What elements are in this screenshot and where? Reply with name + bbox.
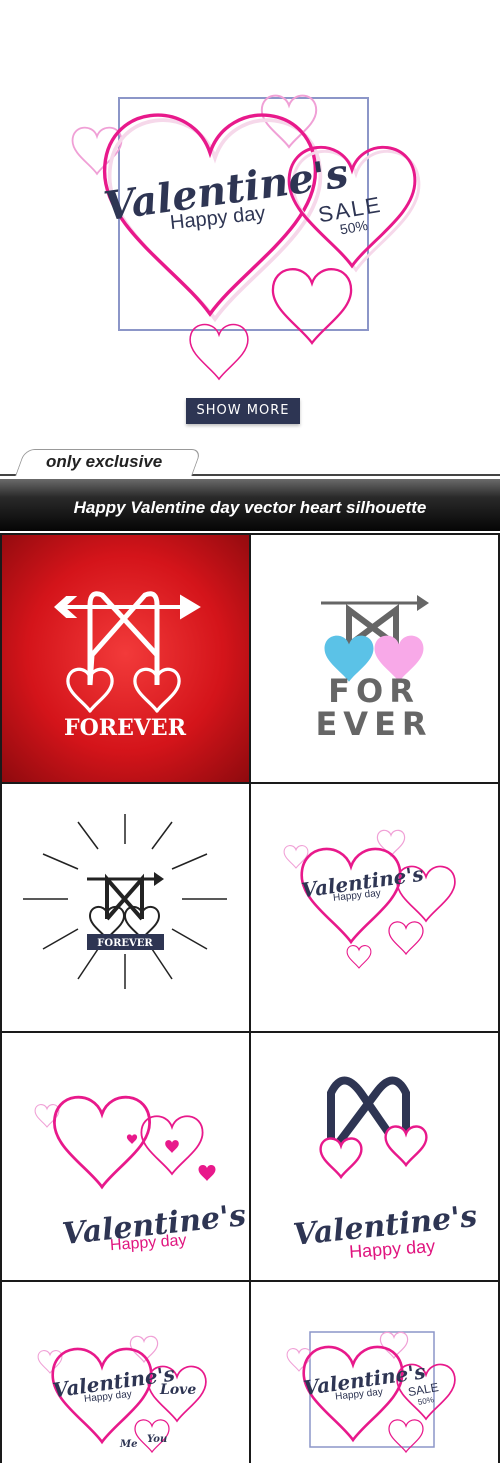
- preview-tile[interactable]: Valentine's Happy day SALE 50%: [251, 1282, 498, 1463]
- valentines-love-illustration: Valentine's Happy day Love Me You: [37, 1335, 207, 1453]
- preview-tile[interactable]: FOREVER: [2, 535, 249, 782]
- small-heart-icon: [271, 268, 353, 345]
- forever-ribbon-label: FOREVER: [97, 938, 153, 949]
- ever-label: EVER: [315, 705, 432, 743]
- sale-percent: 50%: [417, 1395, 434, 1407]
- valentines-pink-illustration: Valentine's Happy day: [34, 1095, 248, 1254]
- preview-tile[interactable]: Valentine's Happy day: [251, 784, 498, 1031]
- valentines-hearts-illustration: Valentine's Happy day: [283, 829, 456, 969]
- forever-blue-pink-illustration: FOR EVER: [315, 595, 432, 743]
- you-label: You: [147, 1434, 167, 1445]
- preview-tile[interactable]: Valentine's Happy day Love Me You: [2, 1282, 249, 1463]
- preview-tile[interactable]: FOR EVER: [251, 535, 498, 782]
- valentines-sale-illustration: Valentine's Happy day SALE 50%: [286, 1331, 456, 1453]
- small-heart-icon: [189, 323, 249, 380]
- preview-tile[interactable]: Valentine's Happy day: [251, 1033, 498, 1280]
- forever-label: FOREVER: [64, 715, 187, 741]
- preview-tile[interactable]: FOREVER: [2, 784, 249, 1031]
- me-label: Me: [119, 1439, 137, 1450]
- show-more-button[interactable]: SHOW MORE: [186, 398, 300, 424]
- forever-red-illustration: FOREVER: [54, 591, 201, 741]
- preview-grid: FOREVER FOR EVER FOREVER Valentine's Hap…: [0, 533, 500, 1463]
- exclusive-label: only exclusive: [46, 452, 163, 471]
- hero-illustration: Valentine's Happy day SALE 50%: [71, 94, 421, 380]
- preview-tile[interactable]: Valentine's Happy day: [2, 1033, 249, 1280]
- sale-percent: 50%: [339, 217, 369, 238]
- valentines-locks-illustration: Valentine's Happy day: [292, 1076, 479, 1262]
- forever-burst-illustration: FOREVER: [23, 814, 227, 989]
- hero-banner: Valentine's Happy day SALE 50% SHOW MORE: [0, 0, 500, 445]
- banner-title: Happy Valentine day vector heart silhoue…: [73, 498, 427, 517]
- love-label: Love: [159, 1382, 196, 1398]
